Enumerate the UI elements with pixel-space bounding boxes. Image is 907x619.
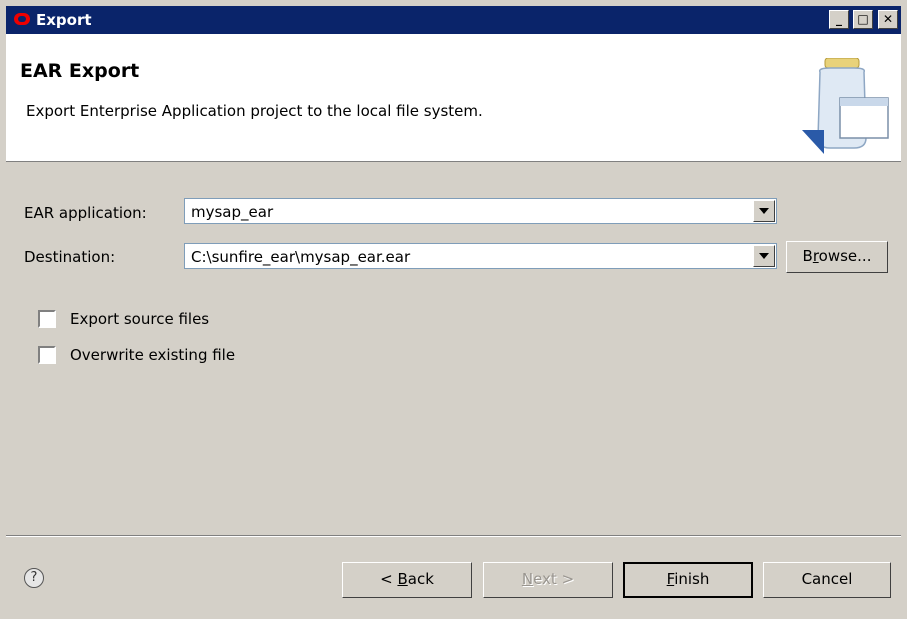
next-button[interactable]: Next > (483, 562, 613, 598)
destination-label: Destination: (24, 248, 116, 266)
cancel-button[interactable]: Cancel (763, 562, 891, 598)
destination-value: C:\sunfire_ear\mysap_ear.ear (191, 248, 411, 266)
overwrite-existing-file-label: Overwrite existing file (70, 346, 236, 364)
chevron-down-icon[interactable] (753, 245, 775, 267)
finish-button[interactable]: Finish (623, 562, 753, 598)
help-icon[interactable]: ? (24, 568, 44, 588)
ear-application-select[interactable]: mysap_ear (184, 198, 777, 224)
destination-select[interactable]: C:\sunfire_ear\mysap_ear.ear (184, 243, 777, 269)
export-source-files-label: Export source files (70, 310, 210, 328)
maximize-button[interactable]: □ (853, 10, 873, 29)
ear-application-label: EAR application: (24, 204, 147, 222)
export-wizard-icon (802, 58, 889, 154)
app-logo-icon (14, 13, 30, 25)
export-source-files-checkbox[interactable] (38, 310, 56, 328)
window-title: Export (36, 11, 92, 29)
ear-application-value: mysap_ear (191, 203, 274, 221)
export-dialog: Export _ □ ✕ EAR Export Export Enterpris… (0, 0, 907, 619)
title-bar[interactable]: Export _ □ ✕ (6, 6, 901, 34)
wizard-header: EAR Export Export Enterprise Application… (6, 34, 901, 162)
back-button[interactable]: < Back (342, 562, 472, 598)
chevron-down-icon[interactable] (753, 200, 775, 222)
page-description: Export Enterprise Application project to… (26, 102, 483, 120)
close-button[interactable]: ✕ (878, 10, 898, 29)
minimize-button[interactable]: _ (829, 10, 849, 29)
browse-button[interactable]: Browse... (786, 241, 888, 273)
page-title: EAR Export (20, 60, 140, 82)
footer-separator (6, 535, 901, 537)
overwrite-existing-file-checkbox[interactable] (38, 346, 56, 364)
